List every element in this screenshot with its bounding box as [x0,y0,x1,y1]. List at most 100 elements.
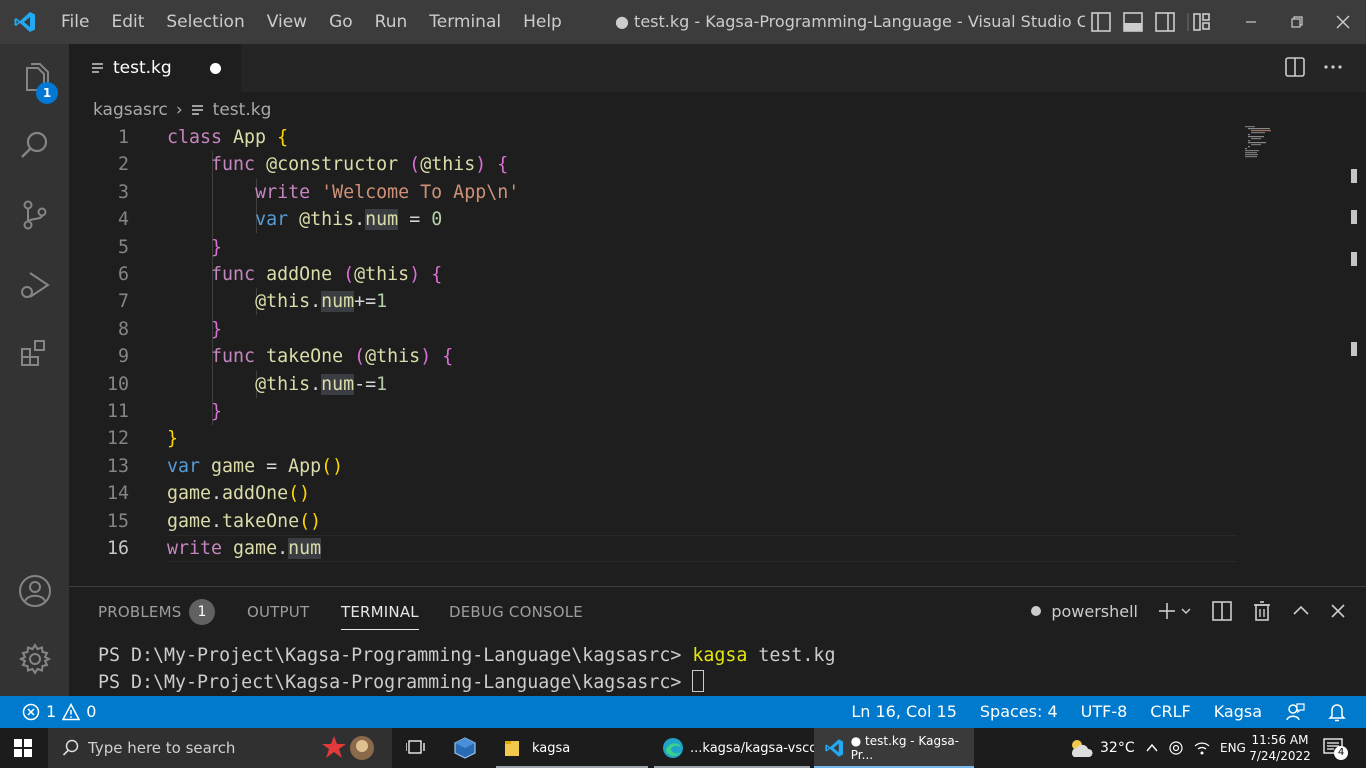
feedback-icon[interactable] [1285,702,1305,722]
taskbar-clock[interactable]: 11:56 AM 7/24/2022 [1249,728,1311,768]
layout-controls [1090,11,1212,33]
tab-test-kg[interactable]: test.kg [69,44,241,92]
warning-icon [62,703,81,721]
menu-file[interactable]: File [50,0,100,44]
toggle-secondary-sidebar-icon[interactable] [1154,11,1176,33]
notifications-bell-icon[interactable] [1328,702,1346,722]
explorer-icon[interactable]: 1 [0,46,69,108]
vscode-logo-icon [0,0,50,44]
tab-terminal[interactable]: TERMINAL [341,603,419,630]
menu-bar: File Edit Selection View Go Run Terminal… [50,0,573,44]
menu-view[interactable]: View [256,0,318,44]
weather-widget[interactable]: 32°C [1068,728,1135,768]
window-title: ● test.kg - Kagsa-Programming-Language -… [615,12,1085,31]
menu-terminal[interactable]: Terminal [418,0,512,44]
windows-taskbar: Type here to search kagsa ...kagsa/kagsa… [0,728,1366,768]
line-number: 13 [106,455,129,477]
taskbar-search-box[interactable]: Type here to search [48,728,392,768]
eol-setting[interactable]: CRLF [1150,696,1190,728]
menu-edit[interactable]: Edit [100,0,155,44]
new-terminal-button[interactable] [1158,602,1192,620]
restore-button[interactable] [1274,0,1320,44]
tab-bar: test.kg [69,44,1366,92]
minimap[interactable] [1245,124,1345,164]
code-line: game.takeOne() [167,510,322,532]
accounts-icon[interactable] [0,560,69,622]
action-center-button[interactable]: 4 [1322,728,1348,768]
task-view-icon[interactable] [406,728,426,768]
chevron-down-icon[interactable] [1180,605,1192,617]
breadcrumb-folder[interactable]: kagsasrc [93,100,168,120]
encoding-setting[interactable]: UTF-8 [1081,696,1128,728]
indentation-setting[interactable]: Spaces: 4 [980,696,1058,728]
tab-problems[interactable]: PROBLEMS [98,603,181,621]
customize-layout-icon[interactable] [1186,11,1212,33]
run-debug-icon[interactable] [0,254,69,316]
terminal-line: PS D:\My-Project\Kagsa-Programming-Langu… [98,645,835,666]
code-line: class App { [167,127,289,148]
taskbar-app-edge[interactable]: ...kagsa/kagsa-vscod [662,728,825,768]
tab-label: test.kg [113,58,172,78]
wifi-icon[interactable] [1194,740,1210,756]
maximize-panel-chevron-up-icon[interactable] [1292,602,1310,620]
breadcrumb-file[interactable]: test.kg [213,100,272,120]
line-number: 2 [117,154,129,176]
line-number: 15 [106,510,129,532]
split-editor-icon[interactable] [1284,56,1306,78]
toggle-panel-icon[interactable] [1122,11,1144,33]
line-number: 9 [117,346,129,368]
close-button[interactable] [1320,0,1366,44]
source-control-icon[interactable] [0,184,69,246]
menu-go[interactable]: Go [318,0,364,44]
code-line: func @constructor (@this) { [211,154,509,176]
menu-selection[interactable]: Selection [155,0,255,44]
warning-count: 0 [86,702,97,721]
activity-bar: 1 [0,44,69,696]
code-line: write game.num [167,538,322,559]
windows-logo-icon [14,739,32,757]
menu-help[interactable]: Help [512,0,573,44]
explorer-badge: 1 [36,82,58,104]
system-tray-icons: ENG [1146,728,1246,768]
line-number: 8 [117,318,129,340]
taskbar-app-explorer[interactable]: kagsa [504,728,570,768]
terminal-dot-icon [1031,606,1042,616]
menu-run[interactable]: Run [364,0,419,44]
language-mode[interactable]: Kagsa [1214,696,1262,728]
settings-gear-icon[interactable] [0,628,69,690]
tab-output[interactable]: OUTPUT [247,603,309,621]
terminal-prompt: PS D:\My-Project\Kagsa-Programming-Langu… [98,672,682,693]
code-line: } [211,401,223,422]
status-right-items: Ln 16, Col 15 Spaces: 4 UTF-8 CRLF Kagsa [851,696,1346,728]
minimize-button[interactable] [1228,0,1274,44]
taskbar-app-vscode[interactable]: ● test.kg - Kagsa-Pr... [814,728,974,768]
terminal-selector[interactable]: powershell [1031,602,1138,621]
chevron-up-icon[interactable] [1146,742,1158,754]
virtualbox-icon[interactable] [454,728,476,768]
split-terminal-icon[interactable] [1212,601,1232,621]
code-line: @this.num+=1 [255,291,388,313]
folder-icon [505,741,519,756]
problems-status[interactable]: 1 0 [22,696,96,728]
tab-debug-console[interactable]: DEBUG CONSOLE [449,603,583,621]
input-language[interactable]: ENG [1220,741,1246,755]
trash-icon[interactable] [1252,601,1272,621]
code-editor[interactable]: 1 2 3 4 5 6 7 8 9 10 11 12 13 14 15 16 c… [69,124,1366,586]
title-bar: File Edit Selection View Go Run Terminal… [0,0,1366,44]
vscode-logo-icon [825,739,844,757]
close-panel-icon[interactable] [1330,603,1346,619]
location-icon[interactable] [1168,740,1184,756]
terminal-line[interactable]: PS D:\My-Project\Kagsa-Programming-Langu… [98,670,705,693]
panel-actions: powershell [1031,601,1346,621]
extensions-icon[interactable] [0,322,69,384]
edge-browser-icon [663,738,683,758]
cursor-position[interactable]: Ln 16, Col 15 [851,696,957,728]
clock-time: 11:56 AM [1251,733,1309,747]
partly-cloudy-icon [1072,740,1093,757]
unsaved-dot-icon[interactable] [210,63,221,74]
toggle-primary-sidebar-icon[interactable] [1090,11,1112,33]
search-icon[interactable] [0,114,69,176]
search-highlight-icon [322,736,374,760]
more-actions-icon[interactable] [1322,56,1344,78]
start-button[interactable] [14,728,32,768]
